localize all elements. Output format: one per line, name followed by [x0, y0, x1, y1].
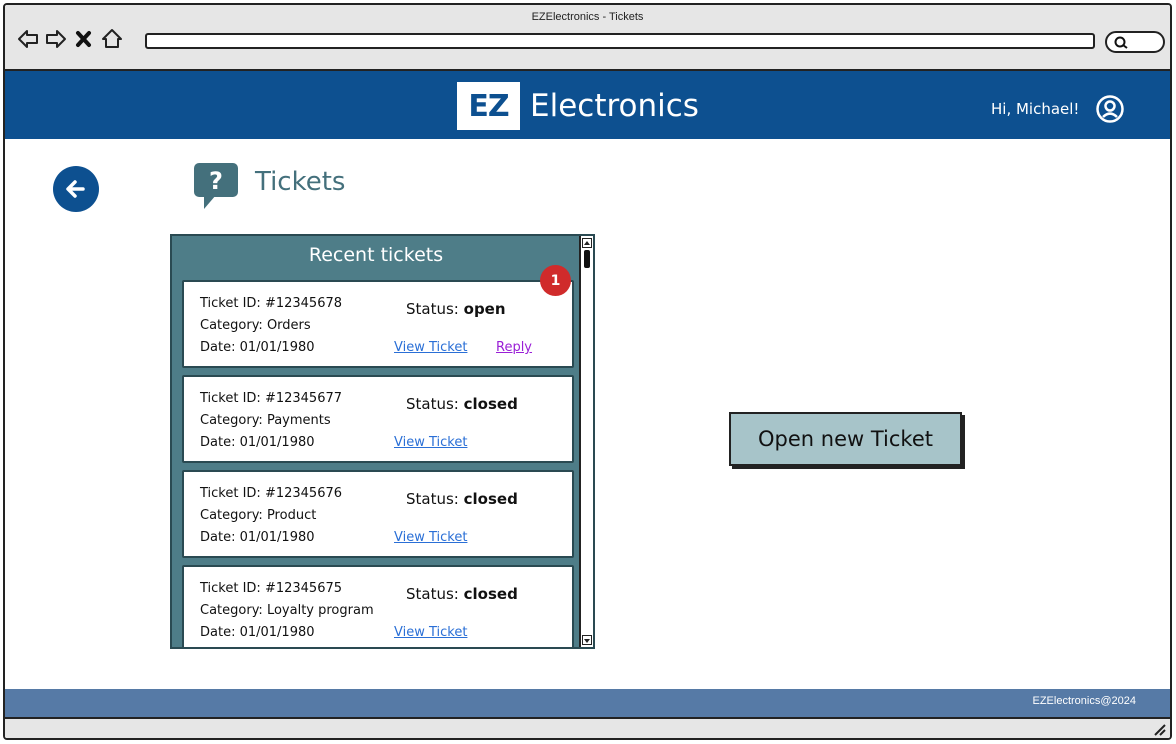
ticket-id: Ticket ID: #12345677	[200, 391, 343, 406]
user-avatar-icon[interactable]	[1095, 94, 1125, 128]
view-ticket-link[interactable]: View Ticket	[394, 625, 467, 640]
status-label: Status:	[406, 585, 459, 603]
page-footer: EZElectronics@2024	[5, 689, 1170, 717]
panel-title: Recent tickets	[308, 244, 444, 266]
status-value: closed	[463, 395, 518, 413]
close-icon[interactable]	[73, 27, 95, 51]
svg-text:?: ?	[209, 167, 223, 195]
question-speech-icon: ?	[192, 161, 240, 215]
brand-logo[interactable]: EZ Electronics	[457, 82, 699, 130]
status-value: closed	[463, 585, 518, 603]
recent-tickets-panel[interactable]: Recent tickets Ticket ID: #12345678 Cate…	[170, 234, 595, 649]
view-ticket-link[interactable]: View Ticket	[394, 530, 467, 545]
ticket-id: Ticket ID: #12345676	[200, 486, 343, 501]
notification-badge: 1	[540, 265, 571, 296]
logo-text: Electronics	[530, 88, 699, 124]
logo-mark: EZ	[457, 82, 520, 130]
page-title: Tickets	[255, 167, 346, 197]
arrow-left-icon	[66, 180, 85, 198]
forward-arrow-icon[interactable]	[45, 27, 67, 51]
ticket-date: Date: 01/01/1980	[200, 435, 315, 450]
ticket-date: Date: 01/01/1980	[200, 625, 315, 640]
back-arrow-icon[interactable]	[17, 27, 39, 51]
resize-grip-icon[interactable]	[1152, 721, 1166, 738]
ticket-status: Status: closed	[406, 585, 518, 603]
ticket-category: Category: Loyalty program	[200, 603, 374, 618]
ticket-date: Date: 01/01/1980	[200, 530, 315, 545]
status-label: Status:	[406, 490, 459, 508]
ticket-status: Status: closed	[406, 490, 518, 508]
browser-nav	[17, 27, 123, 51]
ticket-card: Ticket ID: #12345676 Category: Product D…	[182, 470, 574, 558]
ticket-date: Date: 01/01/1980	[200, 340, 315, 355]
scroll-up-icon[interactable]	[582, 238, 592, 248]
status-value: closed	[463, 490, 518, 508]
ticket-card: Ticket ID: #12345675 Category: Loyalty p…	[182, 565, 574, 647]
ticket-card: Ticket ID: #12345677 Category: Payments …	[182, 375, 574, 463]
reply-link[interactable]: Reply	[496, 340, 532, 355]
ticket-status: Status: closed	[406, 395, 518, 413]
vertical-scrollbar[interactable]	[579, 236, 593, 647]
app-header: EZ Electronics Hi, Michael!	[5, 71, 1170, 139]
user-greeting: Hi, Michael!	[991, 100, 1080, 118]
search-icon	[1114, 36, 1128, 49]
ticket-status: Status: open	[406, 300, 506, 318]
open-new-ticket-button[interactable]: Open new Ticket	[729, 412, 962, 466]
scroll-thumb[interactable]	[584, 250, 590, 268]
status-value: open	[463, 300, 506, 318]
ticket-category: Category: Orders	[200, 318, 311, 333]
footer-copyright: EZElectronics@2024	[1032, 695, 1137, 707]
browser-chrome: EZElectronics - Tickets	[5, 5, 1170, 71]
ticket-id: Ticket ID: #12345675	[200, 581, 343, 596]
ticket-card: Ticket ID: #12345678 Category: Orders Da…	[182, 280, 574, 368]
view-ticket-link[interactable]: View Ticket	[394, 435, 467, 450]
browser-status-bar	[5, 717, 1170, 738]
home-icon[interactable]	[101, 27, 123, 51]
ticket-id: Ticket ID: #12345678	[200, 296, 343, 311]
view-ticket-link[interactable]: View Ticket	[394, 340, 467, 355]
back-button[interactable]	[53, 166, 99, 212]
ticket-category: Category: Payments	[200, 413, 331, 428]
browser-window: EZElectronics - Tickets EZ Electronics H	[3, 3, 1172, 740]
status-label: Status:	[406, 300, 459, 318]
scroll-down-icon[interactable]	[582, 635, 592, 645]
status-label: Status:	[406, 395, 459, 413]
search-button[interactable]	[1105, 31, 1165, 53]
url-bar[interactable]	[145, 33, 1095, 49]
window-title: EZElectronics - Tickets	[531, 11, 644, 23]
ticket-category: Category: Product	[200, 508, 317, 523]
